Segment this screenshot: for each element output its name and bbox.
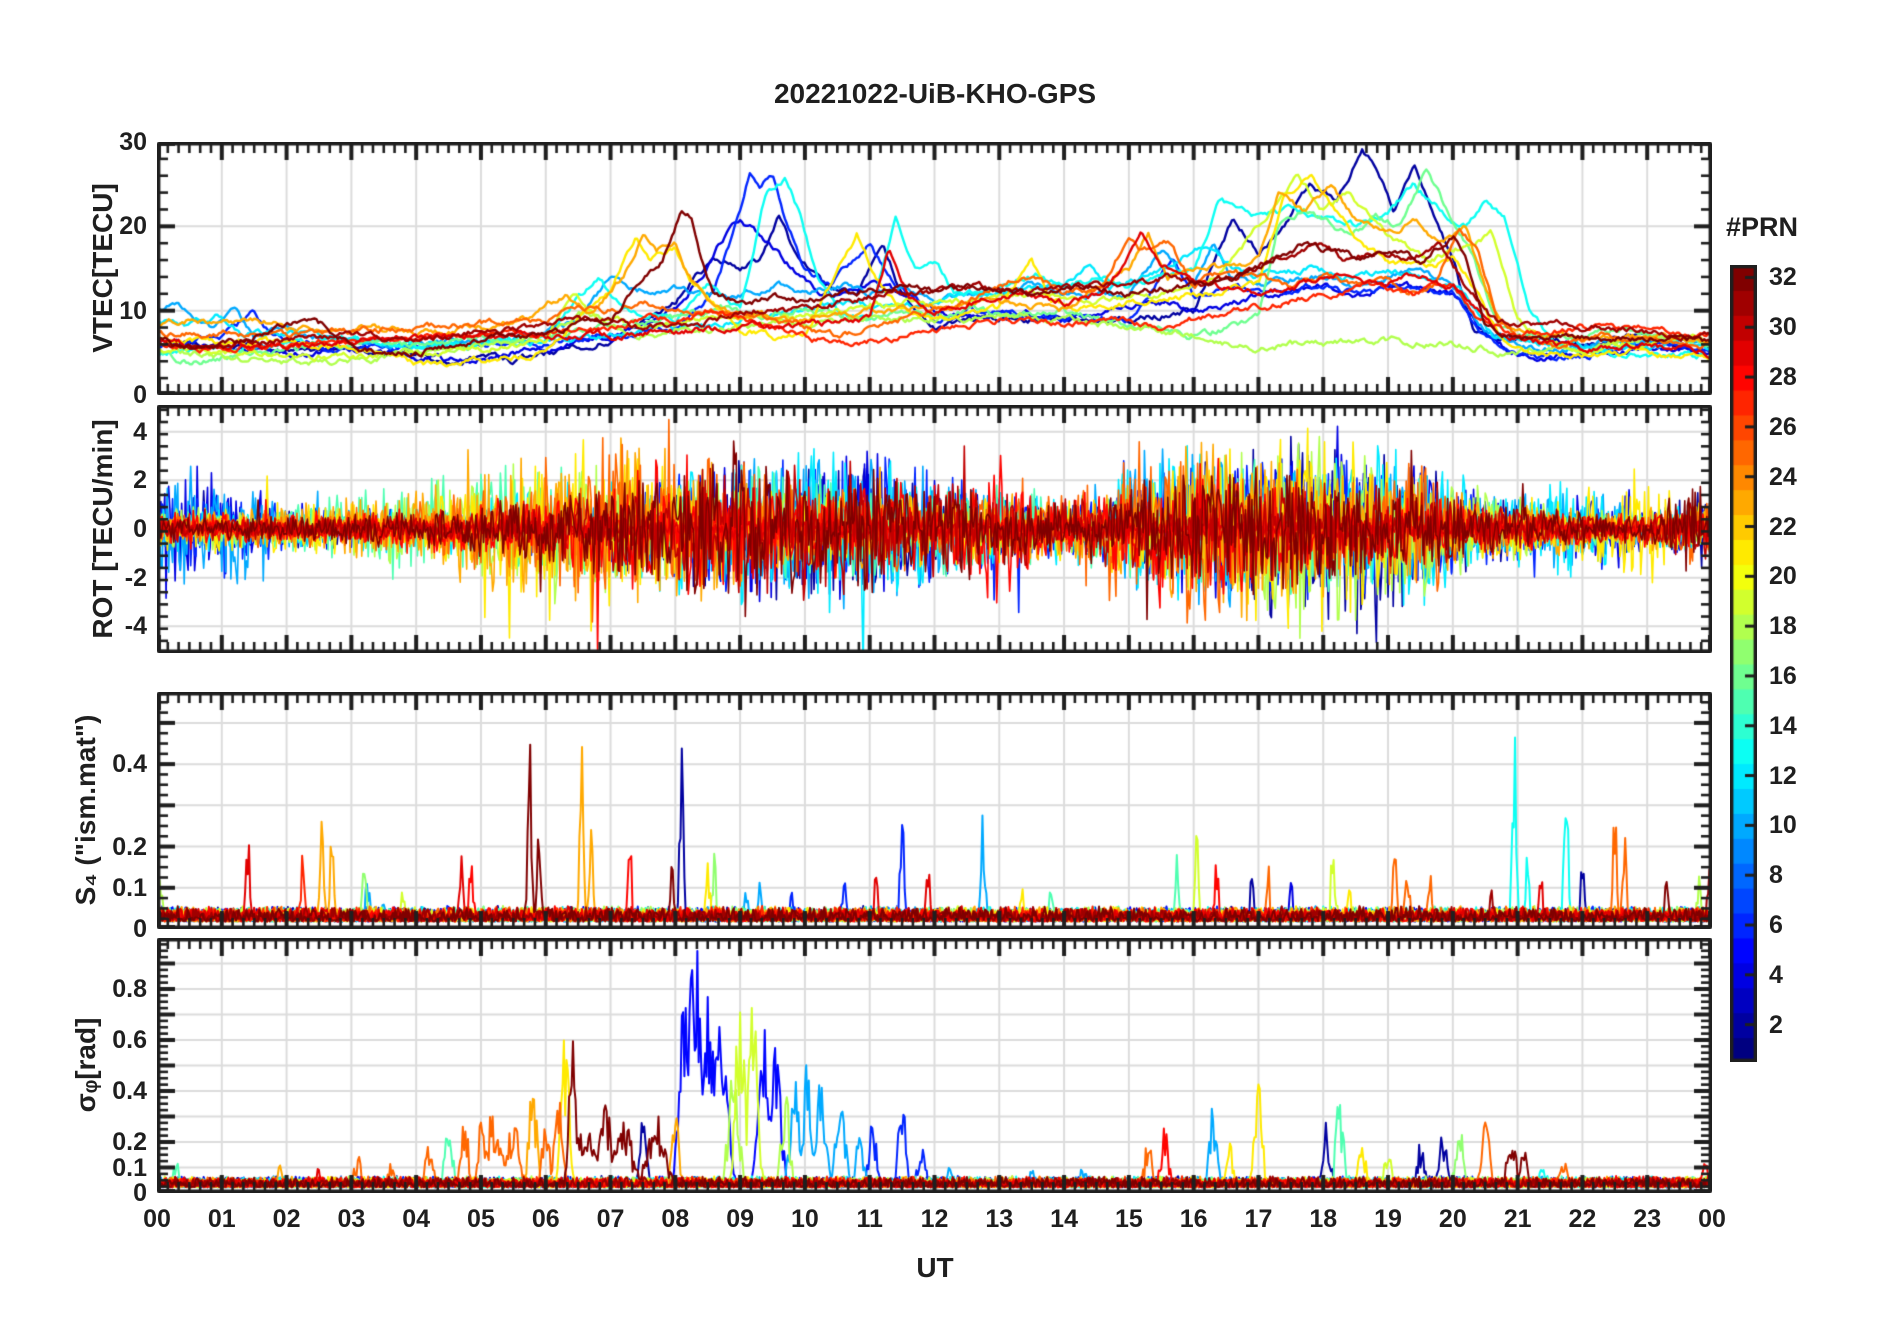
s4-ytick-label: 0.4 bbox=[112, 750, 147, 779]
colorbar-tick-label: 4 bbox=[1769, 960, 1783, 989]
x-tick-label: 00 bbox=[143, 1205, 171, 1233]
colorbar-tick-label: 2 bbox=[1769, 1010, 1783, 1039]
x-tick-label: 16 bbox=[1179, 1205, 1208, 1233]
x-tick-label: 01 bbox=[207, 1205, 236, 1233]
x-tick-label: 18 bbox=[1309, 1205, 1338, 1233]
rot-ytick-label: 2 bbox=[133, 466, 147, 495]
prn-colorbar bbox=[1730, 265, 1757, 1062]
colorbar-tick-label: 20 bbox=[1769, 562, 1797, 591]
colorbar-tick-label: 28 bbox=[1769, 363, 1797, 392]
s4-ytick-label: 0 bbox=[133, 915, 147, 943]
sigma_phi-ytick-label: 0.6 bbox=[112, 1026, 147, 1054]
rot-plot-canvas bbox=[157, 405, 1712, 653]
sigma_phi-ytick-label: 0.8 bbox=[112, 975, 147, 1003]
vtec-ytick-label: 20 bbox=[119, 212, 147, 241]
x-tick-label: 19 bbox=[1374, 1205, 1402, 1233]
vtec-ytick-label: 0 bbox=[133, 381, 147, 409]
chart-title: 20221022-UiB-KHO-GPS bbox=[773, 78, 1097, 109]
x-tick-label: 07 bbox=[596, 1205, 625, 1233]
x-tick-label: 12 bbox=[920, 1205, 949, 1233]
x-tick-label: 02 bbox=[272, 1205, 301, 1233]
x-tick-label: 06 bbox=[531, 1205, 560, 1233]
x-tick-label: 10 bbox=[791, 1205, 819, 1233]
colorbar-tick-label: 18 bbox=[1769, 612, 1797, 641]
s4-ytick-label: 0.2 bbox=[112, 832, 147, 861]
rot-ytick-label: -2 bbox=[124, 563, 147, 592]
colorbar-tick-label: 14 bbox=[1769, 711, 1797, 740]
colorbar-tick-label: 12 bbox=[1769, 761, 1797, 790]
colorbar-tick-label: 8 bbox=[1769, 861, 1783, 890]
sigma_phi-ytick-label: 0.2 bbox=[112, 1128, 147, 1156]
x-tick-label: 04 bbox=[402, 1205, 431, 1233]
x-tick-label: 17 bbox=[1244, 1205, 1273, 1233]
sigma_phi-ytick-label: 0.4 bbox=[112, 1077, 147, 1105]
vtec-axis-label: VTEC[TECU] bbox=[87, 183, 118, 353]
colorbar-tick-label: 16 bbox=[1769, 661, 1797, 690]
x-tick-label: 23 bbox=[1633, 1205, 1662, 1233]
x-tick-label: 15 bbox=[1114, 1205, 1143, 1233]
rot-ytick-label: -4 bbox=[124, 612, 147, 641]
x-tick-label: 14 bbox=[1050, 1205, 1078, 1233]
vtec-ytick-label: 30 bbox=[119, 128, 147, 156]
x-tick-label: 21 bbox=[1503, 1205, 1532, 1233]
s4-plot-canvas bbox=[157, 692, 1712, 929]
x-tick-label: 22 bbox=[1568, 1205, 1597, 1233]
colorbar-tick-label: 26 bbox=[1769, 412, 1797, 441]
colorbar-tick-label: 32 bbox=[1769, 263, 1797, 292]
colorbar-tick-label: 22 bbox=[1769, 512, 1797, 541]
colorbar-tick-label: 24 bbox=[1769, 462, 1797, 491]
x-tick-label: 20 bbox=[1438, 1205, 1467, 1233]
colorbar-tick-label: 30 bbox=[1769, 313, 1797, 342]
colorbar-tick-label: 10 bbox=[1769, 811, 1797, 840]
x-axis-label: UT bbox=[916, 1252, 954, 1283]
x-tick-label: 00 bbox=[1698, 1205, 1726, 1233]
s4-ytick-label: 0.1 bbox=[112, 873, 147, 902]
sigma_phi-ytick-label: 0 bbox=[133, 1179, 147, 1207]
sigma_phi-ytick-label: 0.1 bbox=[112, 1153, 147, 1182]
vtec-plot-canvas bbox=[157, 142, 1712, 395]
x-tick-label: 09 bbox=[726, 1205, 755, 1233]
x-tick-label: 13 bbox=[985, 1205, 1014, 1233]
x-tick-label: 05 bbox=[467, 1205, 495, 1233]
sigma-phi-plot-canvas bbox=[157, 938, 1712, 1193]
vtec-ytick-label: 10 bbox=[119, 296, 147, 325]
gps-figure: 20221022-UiB-KHO-GPS VTEC[TECU] ROT [TEC… bbox=[0, 0, 1902, 1330]
colorbar-tick-label: 6 bbox=[1769, 911, 1783, 940]
x-tick-label: 03 bbox=[337, 1205, 366, 1233]
x-tick-label: 11 bbox=[856, 1205, 883, 1233]
x-tick-label: 08 bbox=[661, 1205, 690, 1233]
rot-ytick-label: 0 bbox=[133, 515, 147, 543]
rot-ytick-label: 4 bbox=[133, 417, 147, 446]
colorbar-title: #PRN bbox=[1725, 212, 1799, 242]
